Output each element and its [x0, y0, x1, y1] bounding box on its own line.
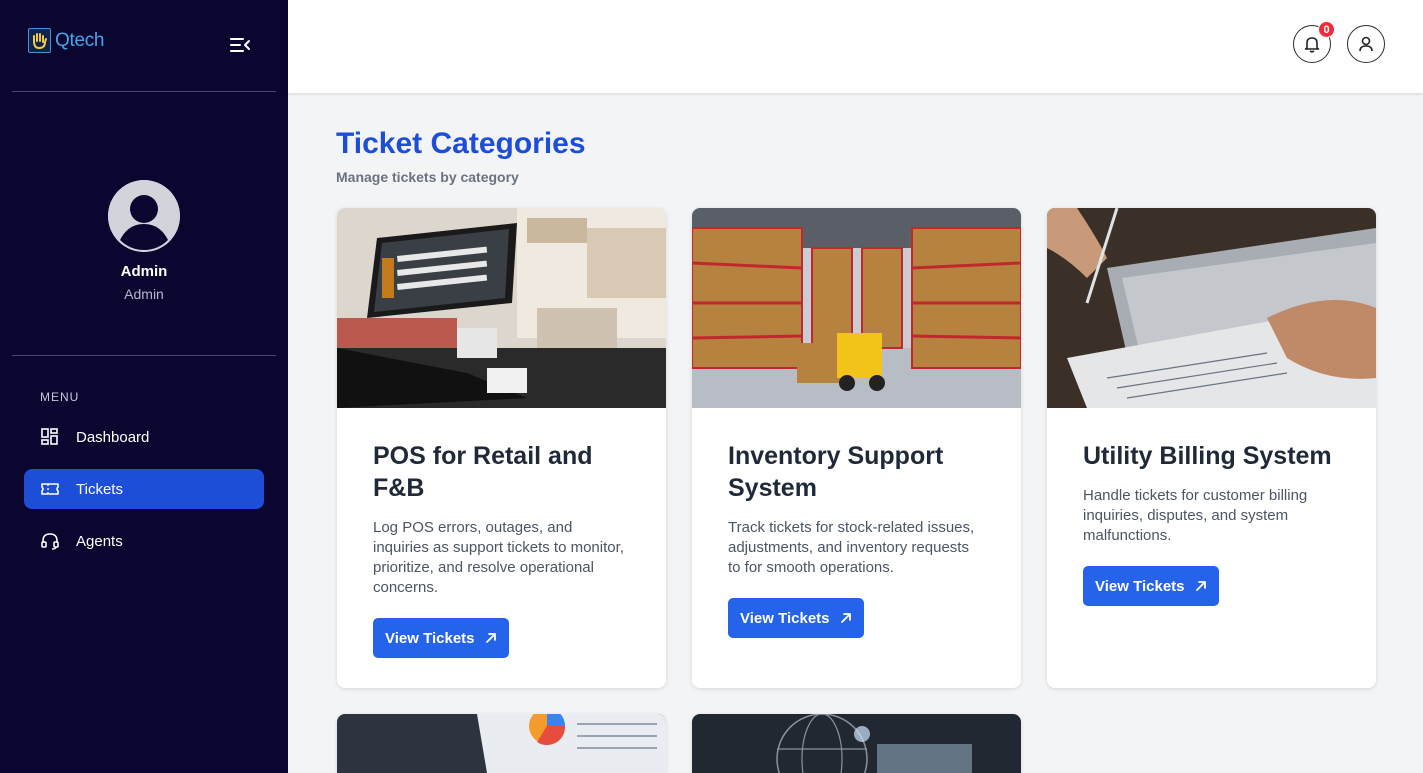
menu-heading: MENU [40, 390, 80, 404]
view-tickets-button[interactable]: View Tickets [373, 618, 509, 658]
arrow-up-right-icon [485, 633, 496, 643]
category-card-utility-billing: Utility Billing System Handle tickets fo… [1047, 208, 1376, 688]
payroll-globe-image [692, 714, 1021, 773]
category-title: Inventory Support System [728, 442, 944, 502]
category-card-pos: POS for Retail and F&B Log POS errors, o… [337, 208, 666, 688]
ticket-icon [41, 483, 59, 495]
user-icon [1359, 36, 1373, 52]
headset-icon [41, 533, 59, 550]
hand-logo-icon [28, 28, 51, 53]
brand-name: Qtech [55, 29, 105, 51]
pos-terminal-image [337, 208, 666, 408]
user-avatar-icon [108, 180, 180, 252]
account-button[interactable] [1347, 25, 1385, 63]
dashboard-grid-icon [41, 428, 58, 445]
button-label: View Tickets [1095, 577, 1185, 595]
sidebar: Qtech Admin Admin MENU Dashboard Tickets… [0, 0, 288, 773]
arrow-up-right-icon [840, 613, 851, 623]
category-description: Track tickets for stock-related issues, … [728, 519, 975, 576]
sidebar-item-dashboard[interactable]: Dashboard [24, 417, 264, 457]
sidebar-item-label: Agents [76, 532, 123, 550]
page-title: Ticket Categories [336, 127, 586, 160]
warehouse-image [692, 208, 1021, 408]
menu-collapse-icon [230, 38, 250, 52]
button-label: View Tickets [740, 609, 830, 627]
arrow-up-right-icon [1195, 581, 1206, 591]
category-title: Utility Billing System [1083, 442, 1332, 470]
category-title: POS for Retail and F&B [373, 442, 593, 502]
profile-name: Admin [120, 263, 168, 280]
notification-count-badge: 0 [1318, 21, 1335, 38]
sidebar-divider [12, 355, 276, 356]
sidebar-item-label: Tickets [76, 480, 123, 498]
view-tickets-button[interactable]: View Tickets [1083, 566, 1219, 606]
category-card-inventory: Inventory Support System Track tickets f… [692, 208, 1021, 688]
analytics-dashboard-image [337, 714, 666, 773]
sidebar-item-tickets[interactable]: Tickets [24, 469, 264, 509]
avatar [108, 180, 180, 252]
category-card-partial [337, 714, 666, 773]
profile-role: Admin [124, 286, 164, 302]
category-description: Handle tickets for customer billing inqu… [1083, 487, 1308, 544]
brand-logo[interactable]: Qtech [28, 28, 105, 53]
button-label: View Tickets [385, 629, 475, 647]
topbar: 0 [288, 0, 1423, 93]
sidebar-divider [12, 91, 276, 92]
view-tickets-button[interactable]: View Tickets [728, 598, 864, 638]
sidebar-item-agents[interactable]: Agents [24, 521, 264, 561]
category-card-partial [692, 714, 1021, 773]
sidebar-item-label: Dashboard [76, 428, 150, 446]
bell-icon [1304, 37, 1320, 53]
collapse-sidebar-button[interactable] [229, 36, 251, 54]
billing-documents-image [1047, 208, 1376, 408]
notifications-button[interactable]: 0 [1293, 21, 1335, 63]
category-description: Log POS errors, outages, and inquiries a… [373, 519, 624, 596]
page-subtitle: Manage tickets by category [336, 169, 519, 185]
